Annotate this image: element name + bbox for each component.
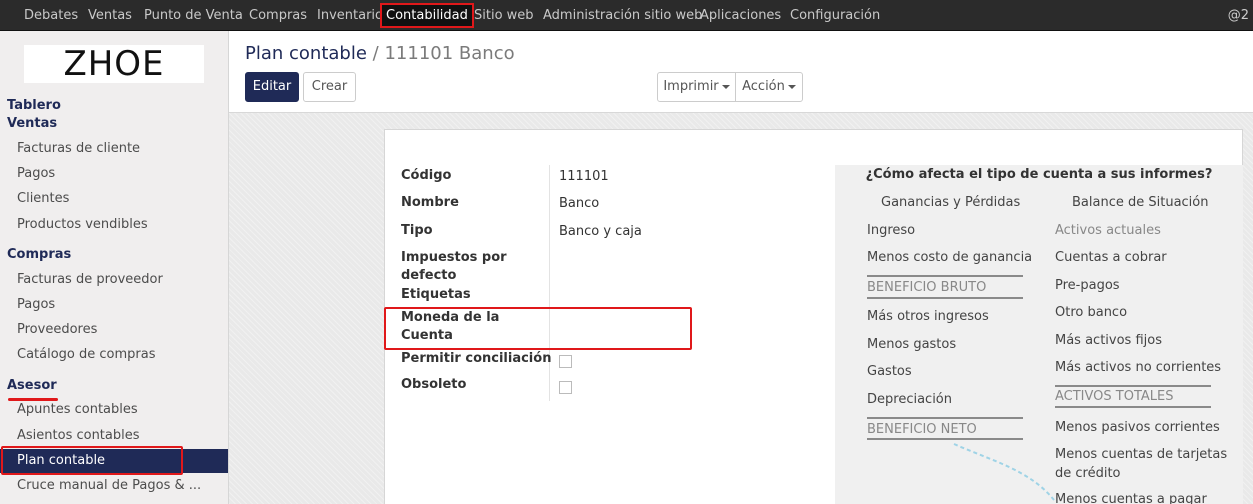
bs-item: Activos actuales (1055, 223, 1161, 238)
breadcrumb-parent[interactable]: Plan contable (245, 43, 367, 64)
pl-heading: Ganancias y Pérdidas (881, 195, 1021, 210)
sidebar-item-catalogo-compras[interactable]: Catálogo de compras (17, 347, 156, 362)
chevron-down-icon (787, 84, 796, 89)
sidebar-item-productos-vendibles[interactable]: Productos vendibles (17, 217, 148, 232)
pl-item: Gastos (867, 364, 912, 379)
sidebar-item-cruce-manual[interactable]: Cruce manual de Pagos & ... (17, 478, 201, 493)
sidebar-section-ventas: Ventas (7, 116, 58, 131)
pl-item: Ingreso (867, 223, 916, 238)
pl-item: Más otros ingresos (867, 309, 989, 324)
menu-configuracion[interactable]: Configuración (790, 0, 880, 31)
menu-compras[interactable]: Compras (249, 0, 307, 31)
pl-total: BENEFICIO NETO (867, 422, 977, 437)
tipo-label: Tipo (401, 223, 433, 238)
sidebar-section-tablero[interactable]: Tablero (7, 98, 61, 113)
impuestos-label-line1: Impuestos por (401, 250, 507, 265)
codigo-label: Código (401, 168, 452, 183)
flow-connector-icon (953, 443, 1055, 501)
moneda-label: Moneda de la Cuenta (401, 309, 499, 345)
action-label: Acción (742, 79, 785, 94)
menu-punto-de-venta[interactable]: Punto de Venta (144, 0, 243, 31)
sidebar-item-clientes[interactable]: Clientes (17, 191, 69, 206)
breadcrumb-current: 111101 Banco (384, 43, 515, 64)
bs-item: Pre-pagos (1055, 278, 1120, 293)
conciliacion-checkbox[interactable] (559, 355, 572, 368)
edit-button[interactable]: Editar (245, 72, 299, 102)
bs-heading: Balance de Situación (1072, 195, 1209, 210)
nombre-value: Banco (559, 196, 600, 211)
bs-total: ACTIVOS TOTALES (1055, 389, 1174, 404)
sidebar-item-asientos-contables[interactable]: Asientos contables (17, 428, 140, 443)
sidebar-item-pagos-compras[interactable]: Pagos (17, 297, 55, 312)
bs-item: Menos cuentas de tarjetas (1055, 447, 1228, 462)
menu-administracion-sitio-web[interactable]: Administración sitio web (543, 0, 702, 31)
info-title: ¿Cómo afecta el tipo de cuenta a sus inf… (865, 167, 1213, 182)
divider (867, 417, 1023, 419)
bs-item: Menos cuentas a pagar (1055, 492, 1207, 504)
action-dropdown[interactable]: Acción (735, 72, 803, 102)
tipo-value: Banco y caja (559, 224, 642, 239)
menu-debates[interactable]: Debates (24, 0, 78, 31)
divider (867, 275, 1023, 277)
sidebar-item-plan-contable[interactable]: Plan contable (0, 449, 228, 473)
sidebar-item-pagos-ventas[interactable]: Pagos (17, 166, 55, 181)
user-menu[interactable]: @2 (1228, 0, 1249, 31)
bs-item: Más activos fijos (1055, 333, 1162, 348)
highlight-underline (8, 398, 58, 401)
pl-item: Menos gastos (867, 337, 957, 352)
breadcrumb: Plan contable / 111101 Banco (245, 43, 515, 64)
bs-item: Más activos no corrientes (1055, 360, 1222, 375)
divider (1055, 406, 1211, 408)
pl-item: Menos costo de ganancia (867, 250, 1033, 265)
sidebar-item-apuntes-contables[interactable]: Apuntes contables (17, 402, 138, 417)
bs-item: Otro banco (1055, 305, 1128, 320)
divider (1055, 385, 1211, 387)
obsoleto-checkbox[interactable] (559, 381, 572, 394)
obsoleto-label: Obsoleto (401, 377, 467, 392)
moneda-label-line1: Moneda de la (401, 310, 500, 325)
sidebar-item-facturas-proveedor[interactable]: Facturas de proveedor (17, 272, 163, 287)
menu-aplicaciones[interactable]: Aplicaciones (700, 0, 781, 31)
codigo-value: 111101 (559, 169, 609, 184)
pl-total: BENEFICIO BRUTO (867, 280, 987, 295)
top-navbar: Debates Ventas Punto de Venta Compras In… (0, 0, 1253, 31)
menu-contabilidad[interactable]: Contabilidad (380, 3, 474, 28)
print-dropdown[interactable]: Imprimir (657, 72, 736, 102)
divider (867, 297, 1023, 299)
menu-sitio-web[interactable]: Sitio web (474, 0, 534, 31)
etiquetas-label: Etiquetas (401, 287, 471, 302)
impuestos-label: Impuestos por defecto (401, 249, 507, 285)
sidebar-item-proveedores[interactable]: Proveedores (17, 322, 97, 337)
chevron-down-icon (721, 84, 730, 89)
print-label: Imprimir (663, 79, 719, 94)
conciliacion-label: Permitir conciliación (401, 351, 552, 366)
sidebar-section-compras: Compras (7, 247, 72, 262)
moneda-label-line2: Cuenta (401, 328, 453, 343)
company-logo: ZHOE (24, 45, 204, 83)
pl-item: Depreciación (867, 392, 952, 407)
menu-ventas[interactable]: Ventas (88, 0, 132, 31)
bs-item: Menos pasivos corrientes (1055, 420, 1220, 435)
nombre-label: Nombre (401, 195, 459, 210)
bs-item: Cuentas a cobrar (1055, 250, 1167, 265)
sidebar-item-facturas-cliente[interactable]: Facturas de cliente (17, 141, 140, 156)
breadcrumb-separator: / (372, 43, 379, 64)
menu-inventario[interactable]: Inventario (317, 0, 383, 31)
create-button[interactable]: Crear (303, 72, 356, 102)
impuestos-label-line2: defecto (401, 268, 457, 283)
bs-item: de crédito (1055, 466, 1121, 481)
sidebar-section-asesor: Asesor (7, 378, 57, 393)
